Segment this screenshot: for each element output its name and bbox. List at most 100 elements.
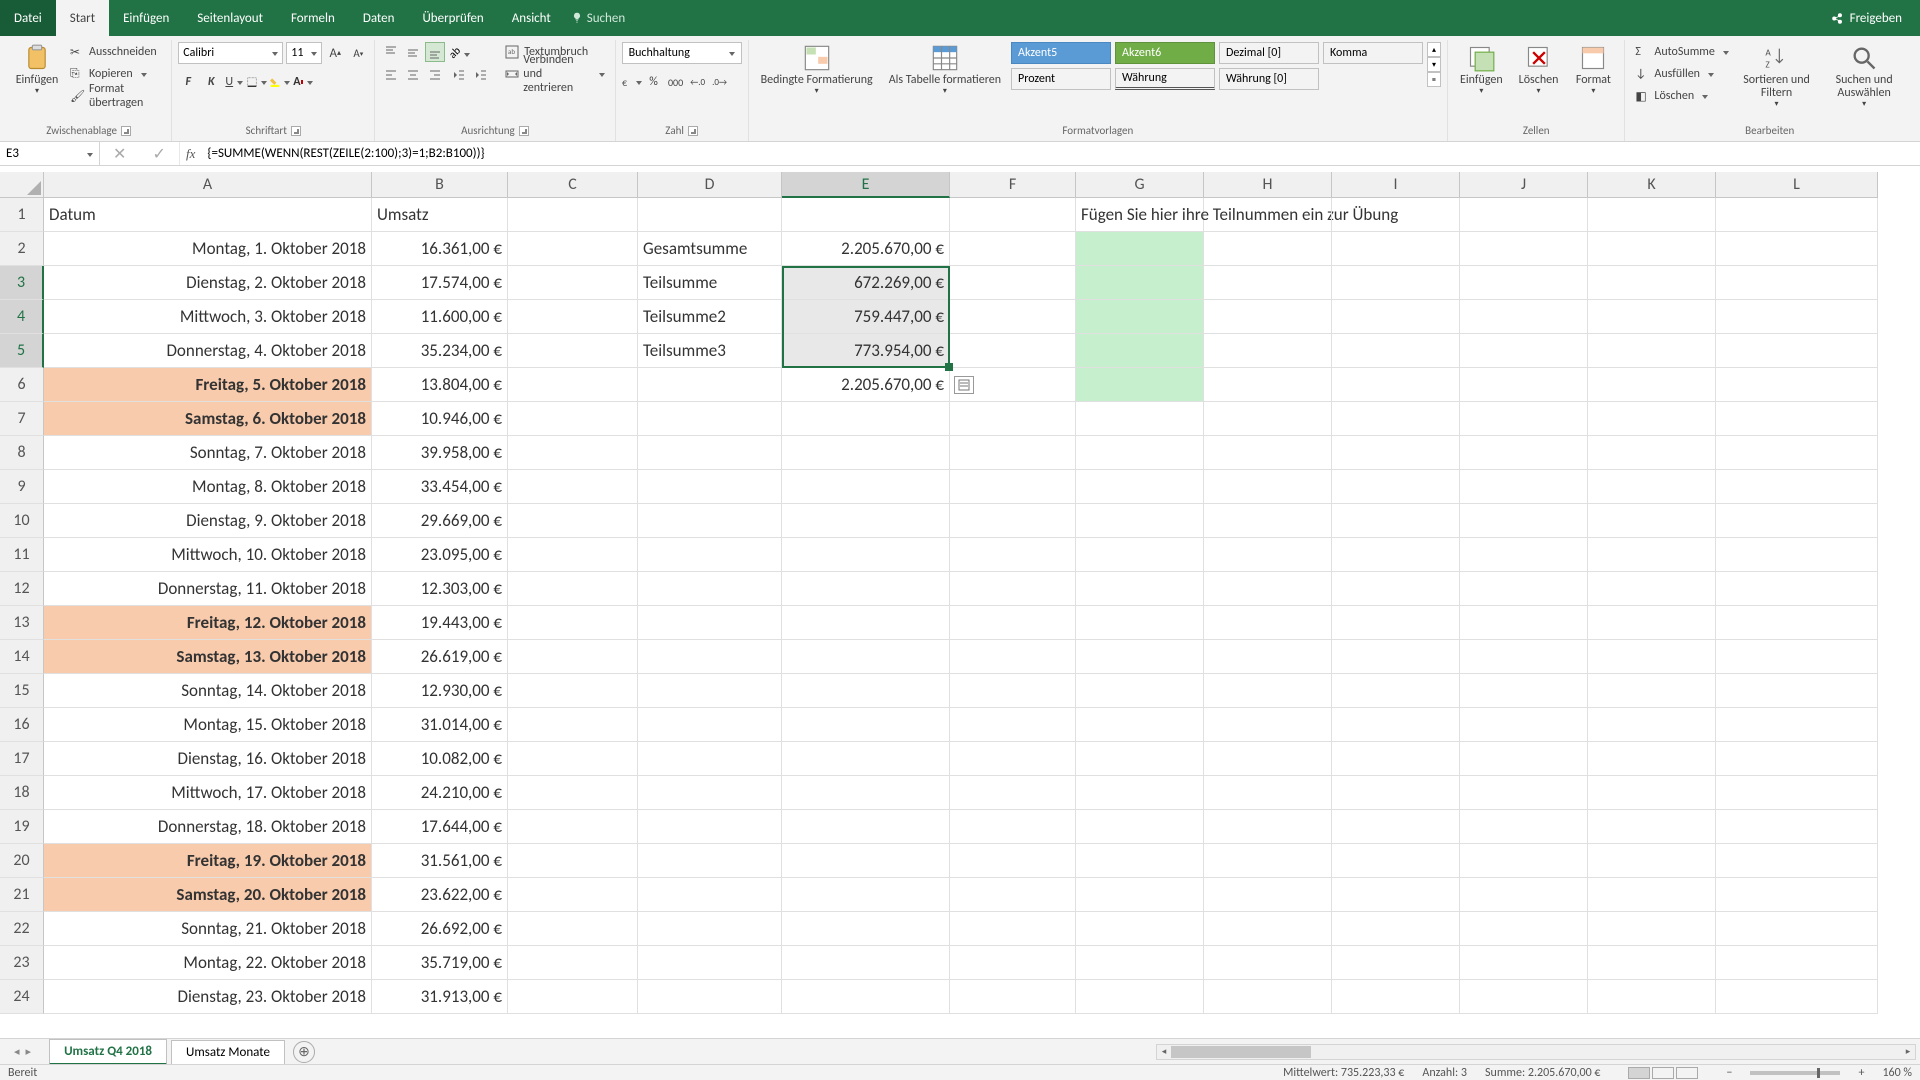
tab-einfuegen[interactable]: Einfügen [109, 0, 183, 36]
cell-J11[interactable] [1460, 538, 1588, 572]
cell-C3[interactable] [508, 266, 638, 300]
zoom-out-button[interactable]: − [1726, 1066, 1732, 1080]
cell-B23[interactable]: 35.719,00 € [372, 946, 508, 980]
cell-B16[interactable]: 31.014,00 € [372, 708, 508, 742]
cell-B24[interactable]: 31.913,00 € [372, 980, 508, 1014]
cell-L17[interactable] [1716, 742, 1878, 776]
cell-B13[interactable]: 19.443,00 € [372, 606, 508, 640]
row-header-2[interactable]: 2 [0, 232, 44, 266]
font-size-select[interactable]: 11 [286, 42, 322, 64]
row-header-9[interactable]: 9 [0, 470, 44, 504]
cell-K13[interactable] [1588, 606, 1716, 640]
style-prozent[interactable]: Prozent [1011, 68, 1111, 90]
fill-color-button[interactable] [270, 72, 290, 92]
cell-I17[interactable] [1332, 742, 1460, 776]
align-top-button[interactable] [381, 42, 401, 62]
style-akzent6[interactable]: Akzent6 [1115, 42, 1215, 64]
cell-F10[interactable] [950, 504, 1076, 538]
cell-C18[interactable] [508, 776, 638, 810]
paste-button[interactable]: Einfügen▾ [12, 42, 62, 98]
cell-K17[interactable] [1588, 742, 1716, 776]
cell-K10[interactable] [1588, 504, 1716, 538]
cell-F20[interactable] [950, 844, 1076, 878]
cell-F2[interactable] [950, 232, 1076, 266]
cell-E4[interactable]: 759.447,00 € [782, 300, 950, 334]
cell-L23[interactable] [1716, 946, 1878, 980]
cell-F19[interactable] [950, 810, 1076, 844]
decrease-indent-button[interactable] [449, 65, 469, 85]
cell-F17[interactable] [950, 742, 1076, 776]
cell-C12[interactable] [508, 572, 638, 606]
cell-D21[interactable] [638, 878, 782, 912]
cell-G16[interactable] [1076, 708, 1204, 742]
cell-H1[interactable] [1204, 198, 1332, 232]
accounting-button[interactable]: € [622, 72, 642, 92]
cell-I8[interactable] [1332, 436, 1460, 470]
cell-J24[interactable] [1460, 980, 1588, 1014]
zoom-in-button[interactable]: + [1858, 1066, 1864, 1080]
cell-D24[interactable] [638, 980, 782, 1014]
cell-C7[interactable] [508, 402, 638, 436]
row-header-18[interactable]: 18 [0, 776, 44, 810]
number-dialog-launcher[interactable] [688, 126, 698, 136]
cell-B12[interactable]: 12.303,00 € [372, 572, 508, 606]
sheet-tab-q4[interactable]: Umsatz Q4 2018 [49, 1039, 167, 1065]
cell-A16[interactable]: Montag, 15. Oktober 2018 [44, 708, 372, 742]
cell-A2[interactable]: Montag, 1. Oktober 2018 [44, 232, 372, 266]
comma-button[interactable]: 000 [666, 72, 686, 92]
fill-button[interactable]: ↓Ausfüllen [1631, 64, 1732, 84]
cell-K8[interactable] [1588, 436, 1716, 470]
cell-J9[interactable] [1460, 470, 1588, 504]
share-button[interactable]: Freigeben [1813, 11, 1920, 26]
merge-button[interactable]: Verbinden und zentrieren [501, 64, 608, 84]
cell-A12[interactable]: Donnerstag, 11. Oktober 2018 [44, 572, 372, 606]
cell-L19[interactable] [1716, 810, 1878, 844]
cell-J1[interactable] [1460, 198, 1588, 232]
name-box[interactable]: E3 [0, 142, 100, 165]
cell-G19[interactable] [1076, 810, 1204, 844]
cell-A22[interactable]: Sonntag, 21. Oktober 2018 [44, 912, 372, 946]
cell-E16[interactable] [782, 708, 950, 742]
clear-button[interactable]: ◧Löschen [1631, 86, 1732, 106]
cell-C8[interactable] [508, 436, 638, 470]
shrink-font-button[interactable]: A▾ [348, 43, 368, 63]
cell-A17[interactable]: Dienstag, 16. Oktober 2018 [44, 742, 372, 776]
cell-B21[interactable]: 23.622,00 € [372, 878, 508, 912]
cell-B9[interactable]: 33.454,00 € [372, 470, 508, 504]
cell-D18[interactable] [638, 776, 782, 810]
cell-J18[interactable] [1460, 776, 1588, 810]
cell-C4[interactable] [508, 300, 638, 334]
cell-B11[interactable]: 23.095,00 € [372, 538, 508, 572]
cell-I10[interactable] [1332, 504, 1460, 538]
tab-file[interactable]: Datei [0, 0, 56, 36]
cell-L4[interactable] [1716, 300, 1878, 334]
cell-D12[interactable] [638, 572, 782, 606]
cell-I9[interactable] [1332, 470, 1460, 504]
cell-J17[interactable] [1460, 742, 1588, 776]
cell-A20[interactable]: Freitag, 19. Oktober 2018 [44, 844, 372, 878]
cell-C11[interactable] [508, 538, 638, 572]
find-select-button[interactable]: Suchen und Auswählen▾ [1820, 42, 1908, 111]
cell-J6[interactable] [1460, 368, 1588, 402]
cell-I23[interactable] [1332, 946, 1460, 980]
cell-G2[interactable] [1076, 232, 1204, 266]
cell-G23[interactable] [1076, 946, 1204, 980]
spreadsheet-grid[interactable]: ABCDEFGHIJKL 123456789101112131415161718… [0, 166, 1920, 1014]
cell-F3[interactable] [950, 266, 1076, 300]
cell-C17[interactable] [508, 742, 638, 776]
cell-C5[interactable] [508, 334, 638, 368]
cell-L14[interactable] [1716, 640, 1878, 674]
cell-H15[interactable] [1204, 674, 1332, 708]
style-dezimal[interactable]: Dezimal [0] [1219, 42, 1319, 64]
cell-D13[interactable] [638, 606, 782, 640]
cell-H8[interactable] [1204, 436, 1332, 470]
col-header-H[interactable]: H [1204, 172, 1332, 198]
cell-A5[interactable]: Donnerstag, 4. Oktober 2018 [44, 334, 372, 368]
row-header-15[interactable]: 15 [0, 674, 44, 708]
cell-D11[interactable] [638, 538, 782, 572]
select-all-corner[interactable] [0, 172, 44, 198]
cell-K22[interactable] [1588, 912, 1716, 946]
row-header-1[interactable]: 1 [0, 198, 44, 232]
cell-E17[interactable] [782, 742, 950, 776]
cell-F13[interactable] [950, 606, 1076, 640]
